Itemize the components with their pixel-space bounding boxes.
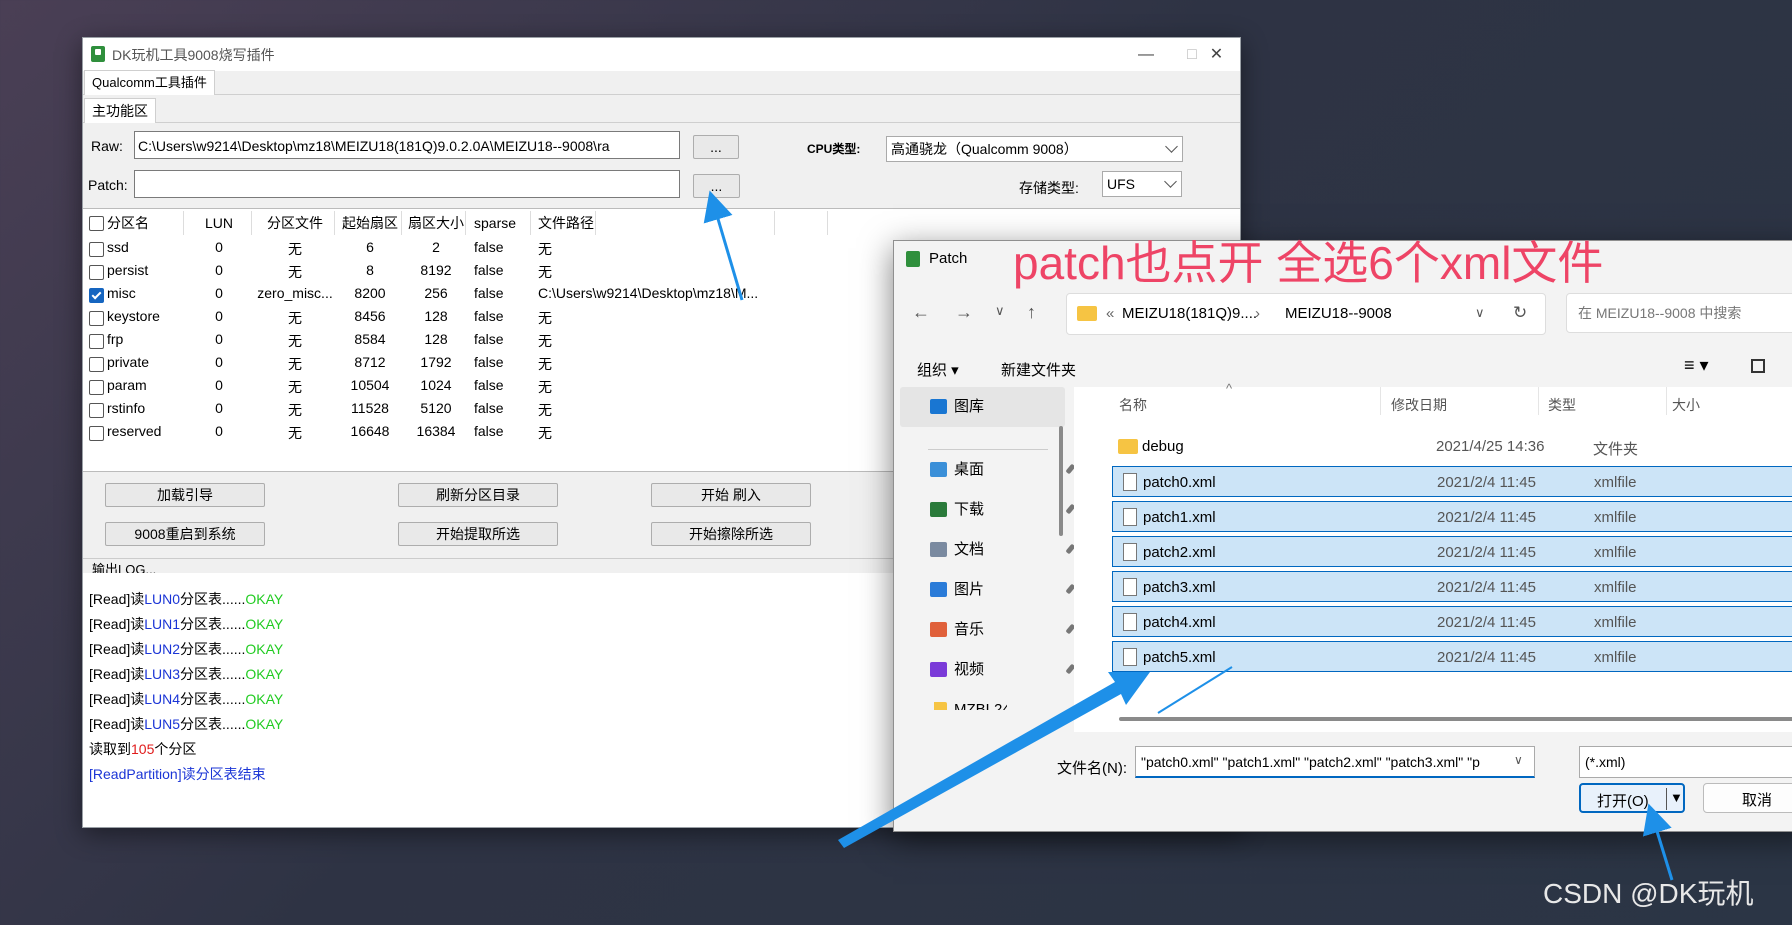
arrow-to-open-button <box>1642 803 1674 881</box>
watermark: CSDN @DK玩机 <box>1543 878 1754 909</box>
annotation-arrows <box>703 190 1674 881</box>
arrow-to-selection <box>838 672 1150 848</box>
arrow-to-selection-thin <box>1157 666 1233 714</box>
arrow-to-patch-browse <box>703 190 744 301</box>
